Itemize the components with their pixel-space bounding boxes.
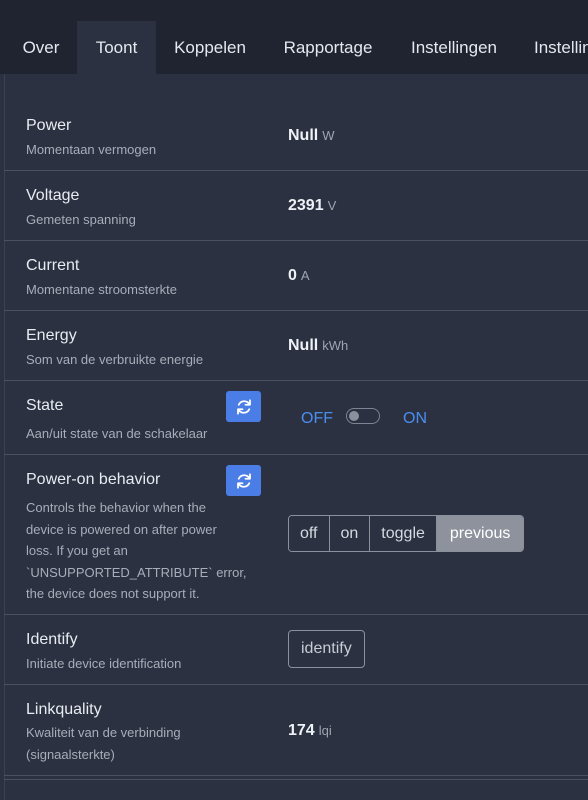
expose-row-voltage: Voltage Gemeten spanning 2391 V <box>4 171 588 241</box>
value-unit: A <box>300 268 310 283</box>
value-number: Null <box>288 127 319 144</box>
expose-description-line: the device does not support it. <box>26 586 200 601</box>
expose-value: 174 lqi <box>288 722 332 740</box>
option-previous[interactable]: previous <box>436 516 524 551</box>
expose-name: Voltage <box>26 187 80 204</box>
expose-description: Som van de verbruikte energie <box>26 352 204 367</box>
value-unit: V <box>327 198 337 213</box>
tab-toont[interactable]: Toont <box>77 21 156 74</box>
expose-description-line: loss. If you get an <box>26 543 128 558</box>
expose-row-current: Current Momentane stroomsterkte 0A <box>4 241 588 311</box>
refresh-icon <box>236 472 251 489</box>
expose-description: Momentaan vermogen <box>26 142 157 157</box>
expose-name: Current <box>26 257 80 274</box>
expose-name: Identify <box>26 631 78 648</box>
expose-description-line: Kwaliteit van de verbinding <box>26 725 181 740</box>
tab-bar: Over Toont Koppelen Rapportage Instellin… <box>0 0 588 74</box>
expose-value: 0A <box>288 267 310 285</box>
expose-value: Null W <box>288 127 335 145</box>
expose-value: Null kWh <box>288 337 348 355</box>
expose-name: Energy <box>26 327 77 344</box>
expose-name: Power <box>26 117 72 134</box>
expose-row-linkquality: Linkquality Kwaliteit van de verbinding … <box>4 685 588 776</box>
row-divider <box>4 776 588 780</box>
state-off-label[interactable]: OFF <box>301 410 333 428</box>
refresh-button[interactable] <box>226 465 261 496</box>
expose-name: Linkquality <box>26 701 102 718</box>
option-off[interactable]: off <box>289 516 330 551</box>
value-number: 2391 <box>288 197 324 214</box>
value-unit: W <box>322 128 335 143</box>
expose-description: Gemeten spanning <box>26 212 136 227</box>
power-on-behavior-options: off on toggle previous <box>288 515 525 552</box>
option-toggle[interactable]: toggle <box>370 516 437 551</box>
value-number: 174 <box>288 722 315 739</box>
expose-row-power: Power Momentaan vermogen Null W <box>4 101 588 171</box>
value-unit: lqi <box>318 723 332 738</box>
expose-row-state: State Aan/uit state van de schakelaar OF… <box>4 381 588 455</box>
tab-instellingen[interactable]: Instellingen <box>396 21 512 74</box>
expose-row-energy: Energy Som van de verbruikte energie Nul… <box>4 311 588 381</box>
refresh-button[interactable] <box>226 391 261 422</box>
refresh-icon <box>236 398 251 415</box>
tab-instellingen-specific[interactable]: Instellin <box>520 21 588 74</box>
tab-rapportage[interactable]: Rapportage <box>268 21 388 74</box>
value-number: Null <box>288 337 319 354</box>
expose-name: State <box>26 397 64 414</box>
expose-name: Power-on behavior <box>26 471 161 488</box>
option-on[interactable]: on <box>329 516 371 551</box>
expose-description-line: `UNSUPPORTED_ATTRIBUTE` error, <box>26 564 247 580</box>
state-toggle-switch[interactable] <box>346 408 380 424</box>
value-number: 0 <box>288 267 297 284</box>
expose-description: Aan/uit state van de schakelaar <box>26 426 208 441</box>
expose-value: 2391 V <box>288 197 336 215</box>
toggle-knob <box>349 411 359 421</box>
tab-over[interactable]: Over <box>6 21 76 74</box>
expose-row-power-on-behavior: Power-on behavior Controls the behavior … <box>4 455 588 615</box>
expose-row-identify: Identify Initiate device identification … <box>4 615 588 685</box>
tab-koppelen[interactable]: Koppelen <box>160 21 260 74</box>
identify-button[interactable]: identify <box>288 630 365 668</box>
expose-description-line: Controls the behavior when the <box>26 500 206 515</box>
expose-description: Initiate device identification <box>26 656 182 671</box>
expose-description: Momentane stroomsterkte <box>26 282 178 297</box>
expose-description-line: (signaalsterkte) <box>26 746 115 762</box>
state-on-label[interactable]: ON <box>403 410 427 428</box>
expose-description-line: device is powered on after power <box>26 521 217 537</box>
value-unit: kWh <box>322 338 349 353</box>
